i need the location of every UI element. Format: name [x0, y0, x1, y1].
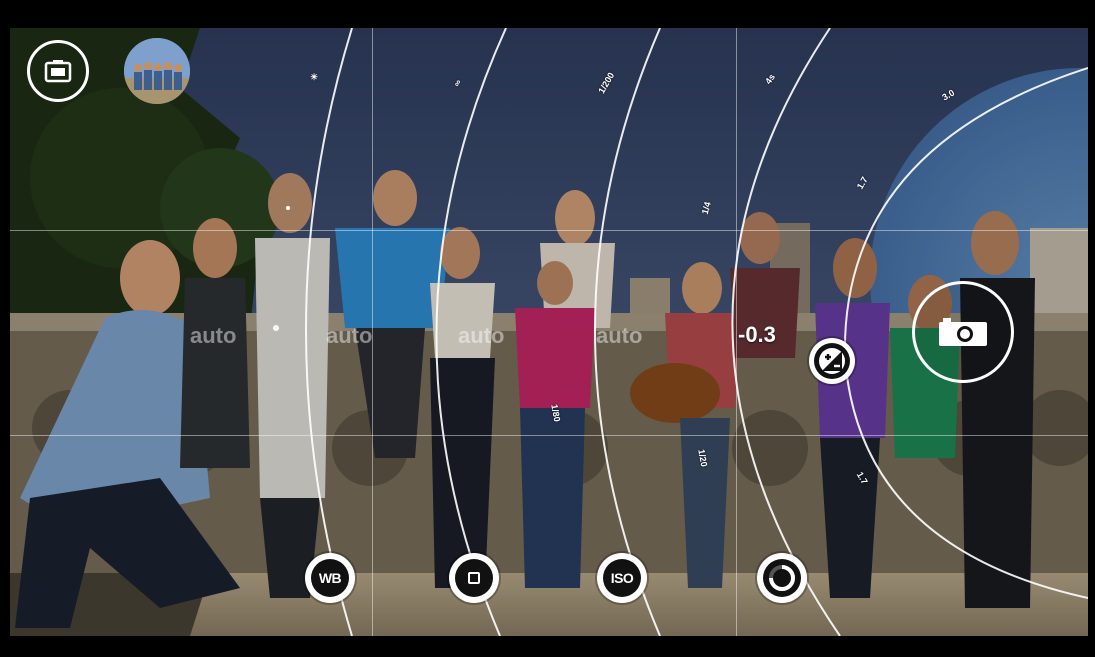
grid-line-horizontal-2 [10, 435, 1088, 436]
square-icon [468, 572, 480, 584]
wb-tick-label: ☀ [310, 72, 319, 82]
camera-icon [939, 318, 987, 346]
white-balance-label: WB [311, 559, 349, 597]
capture-button[interactable] [912, 281, 1014, 383]
iso-auto-label: auto [458, 323, 505, 348]
exposure-plus-minus-icon [819, 348, 845, 374]
camera-roll-icon [44, 60, 72, 83]
shutter-ring-icon [769, 565, 795, 591]
lens-thumbnail[interactable] [124, 38, 190, 104]
camera-viewfinder[interactable]: ☀ ∞ 1/200 1/4 4s 3.0 1.7 1.7 1/80 1/20 a… [10, 28, 1088, 636]
grid-line-horizontal-1 [10, 230, 1088, 231]
shutter-auto-label: auto [596, 323, 643, 348]
lens-thumbnail-icon [124, 38, 190, 104]
focus-auto-label: auto [326, 323, 373, 348]
exposure-value: -0.3 [738, 322, 776, 347]
focus-button[interactable] [449, 553, 499, 603]
iso-button[interactable]: ISO [597, 553, 647, 603]
exposure-button[interactable] [809, 338, 855, 384]
white-balance-button[interactable]: WB [305, 553, 355, 603]
shutter-speed-button[interactable] [757, 553, 807, 603]
wb-auto-label: auto [190, 323, 237, 348]
iso-label: ISO [603, 559, 641, 597]
grid-line-vertical-2 [736, 28, 737, 636]
camera-roll-button[interactable] [27, 40, 89, 102]
